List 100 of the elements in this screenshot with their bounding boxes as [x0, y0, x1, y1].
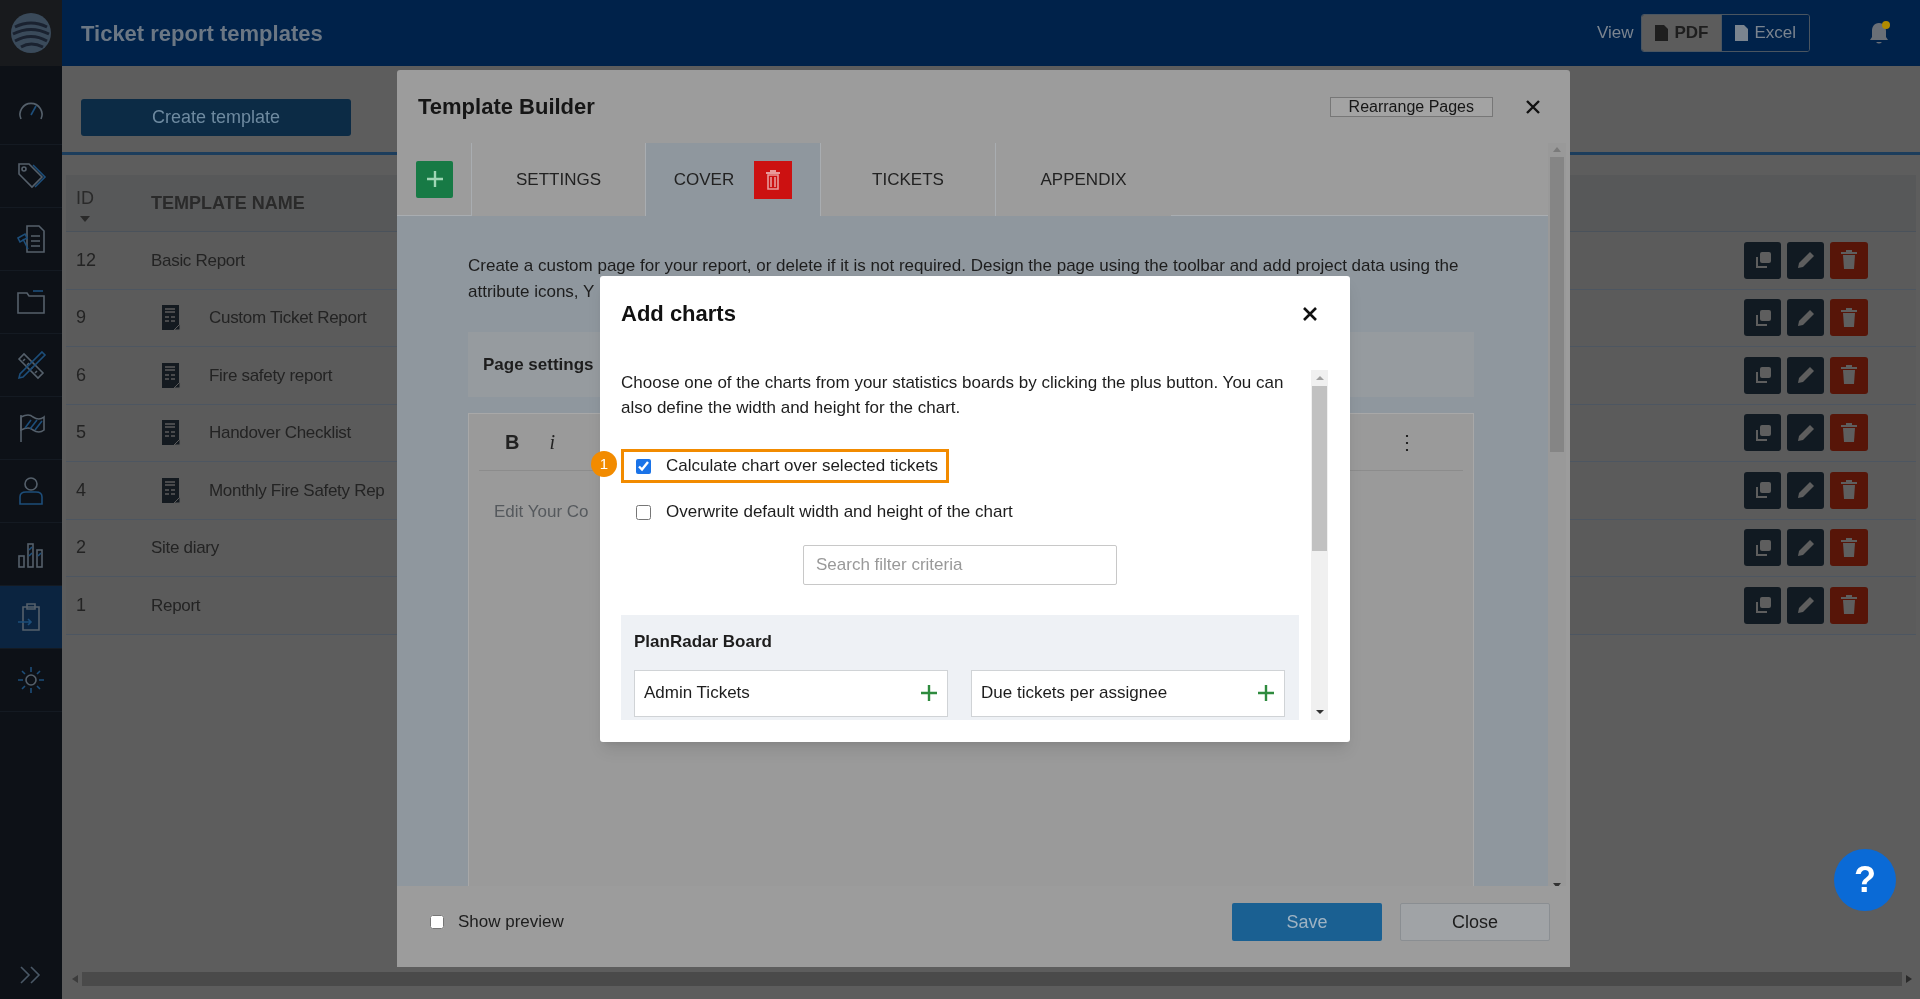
- edit-button[interactable]: [1787, 356, 1824, 394]
- help-button[interactable]: ?: [1834, 849, 1896, 911]
- export-button[interactable]: Excel: [1721, 15, 1809, 51]
- table-cell-text: Report: [151, 594, 201, 617]
- view-label: View: [1596, 22, 1634, 45]
- delete-button[interactable]: [1830, 529, 1868, 567]
- pencil-icon: [1795, 307, 1816, 328]
- pencil-icon: [1795, 365, 1816, 386]
- copy-button[interactable]: [1744, 241, 1781, 279]
- board-title: PlanRadar Board: [634, 631, 773, 653]
- tab[interactable]: COVER: [646, 143, 821, 216]
- create-template-button[interactable]: Create template: [81, 99, 351, 136]
- add-page-button[interactable]: [416, 160, 453, 198]
- table-cell-text: 4: [75, 478, 87, 502]
- chart-card[interactable]: Admin Tickets: [634, 669, 948, 717]
- pencil-icon: [1795, 422, 1816, 443]
- dialog-title: Template Builder: [418, 93, 595, 121]
- intro-text: attribute icons, Y: [468, 281, 596, 303]
- plus-icon: [425, 170, 444, 188]
- trash-icon: [765, 169, 782, 190]
- pencil-icon: [1795, 250, 1816, 271]
- table-cell-text: 2: [75, 536, 87, 560]
- scrollbar-thumb[interactable]: [1312, 386, 1327, 551]
- checkbox[interactable]: [636, 458, 651, 474]
- bell-icon[interactable]: [1868, 21, 1890, 45]
- plus-icon[interactable]: [1257, 684, 1275, 702]
- document-icon: [161, 419, 182, 447]
- table-cell-text: 1: [75, 593, 87, 617]
- sort-icon[interactable]: [80, 216, 90, 222]
- save-button[interactable]: Save: [1232, 903, 1382, 941]
- table-cell-text: 6: [75, 363, 87, 387]
- delete-button[interactable]: [1830, 241, 1868, 279]
- delete-button[interactable]: [1830, 471, 1868, 509]
- edit-button[interactable]: [1787, 414, 1824, 452]
- trash-icon: [1840, 422, 1858, 443]
- edit-button[interactable]: [1787, 241, 1824, 279]
- copy-button[interactable]: [1744, 471, 1781, 509]
- delete-page-button[interactable]: [754, 160, 793, 199]
- copy-button[interactable]: [1744, 299, 1781, 337]
- close-icon[interactable]: [1526, 99, 1540, 114]
- ruler-pencil-icon: [15, 349, 47, 381]
- checkbox-label[interactable]: Overwrite default width and height of the chart: [666, 499, 1013, 525]
- pencil-icon: [1795, 480, 1816, 501]
- trash-icon: [1840, 307, 1858, 328]
- checkbox-label[interactable]: Show preview: [458, 909, 564, 935]
- more-button[interactable]: ⋮: [1397, 427, 1417, 457]
- edit-button[interactable]: [1787, 529, 1824, 567]
- pencil-icon: [1795, 537, 1816, 558]
- edit-button[interactable]: [1787, 586, 1824, 624]
- dialog-description: Choose one of the charts from your statistics boards by clicking the plus button. You can also define the width and height for the chart.: [621, 372, 1285, 419]
- delete-button[interactable]: [1830, 586, 1868, 624]
- checkbox[interactable]: [636, 504, 651, 520]
- table-cell-text: Custom Ticket Report: [209, 307, 367, 329]
- scroll-right-icon[interactable]: [1906, 975, 1912, 983]
- page-title: Ticket report templates: [81, 19, 323, 48]
- copy-button[interactable]: [1744, 414, 1781, 452]
- table-cell-text: Fire safety report: [209, 364, 333, 387]
- document-icon: [161, 476, 182, 504]
- plus-icon[interactable]: [920, 684, 938, 702]
- toolbar-button[interactable]: B: [505, 427, 520, 457]
- copy-button[interactable]: [1744, 586, 1781, 624]
- search-field[interactable]: Search filter criteria: [803, 545, 1117, 585]
- checkbox-label[interactable]: Calculate chart over selected tickets: [666, 453, 939, 479]
- table-cell-text: Handover Checklist: [209, 422, 351, 444]
- edit-button[interactable]: [1787, 471, 1824, 509]
- rearrange-pages-button[interactable]: Rearrange Pages: [1329, 96, 1493, 117]
- table-cell-text: 12: [75, 248, 98, 272]
- file-icon: [1735, 25, 1749, 41]
- chart-card[interactable]: Due tickets per assignee: [971, 669, 1285, 717]
- show-preview-checkbox[interactable]: [430, 915, 444, 929]
- copy-button[interactable]: [1744, 356, 1781, 394]
- table-cell-text: Basic Report: [151, 249, 245, 272]
- trash-icon: [1840, 480, 1858, 501]
- tab[interactable]: TICKETS: [821, 143, 996, 216]
- scroll-left-icon[interactable]: [72, 975, 78, 983]
- edit-button[interactable]: [1787, 299, 1824, 337]
- toolbar-button[interactable]: i: [549, 427, 555, 457]
- delete-button[interactable]: [1830, 414, 1868, 452]
- close-icon[interactable]: [1303, 306, 1317, 321]
- delete-button[interactable]: [1830, 299, 1868, 337]
- trash-icon: [1840, 537, 1858, 558]
- document-icon: [161, 304, 182, 332]
- intro-text: Create a custom page for your report, or delete if it is not required. Design the page using the toolbar and add project data using the: [468, 255, 1460, 277]
- file-icon: [1655, 25, 1669, 41]
- document-icon: [15, 223, 47, 255]
- trash-icon: [1840, 250, 1858, 271]
- trash-icon: [1840, 595, 1858, 616]
- document-icon: [161, 361, 182, 389]
- trash-icon: [1840, 365, 1858, 386]
- editor-placeholder: Edit Your Co: [494, 501, 589, 523]
- sidebar-item[interactable]: [0, 586, 62, 649]
- close-button[interactable]: Close: [1400, 903, 1550, 941]
- table-cell-text: 5: [75, 421, 87, 445]
- logo-icon: [9, 11, 53, 55]
- table-cell-text: Monthly Fire Safety Rep: [209, 479, 385, 502]
- delete-button[interactable]: [1830, 356, 1868, 394]
- pencil-icon: [1795, 595, 1816, 616]
- copy-button[interactable]: [1744, 529, 1781, 567]
- table-cell-text: 9: [75, 306, 87, 330]
- tab[interactable]: SETTINGS: [471, 143, 646, 216]
